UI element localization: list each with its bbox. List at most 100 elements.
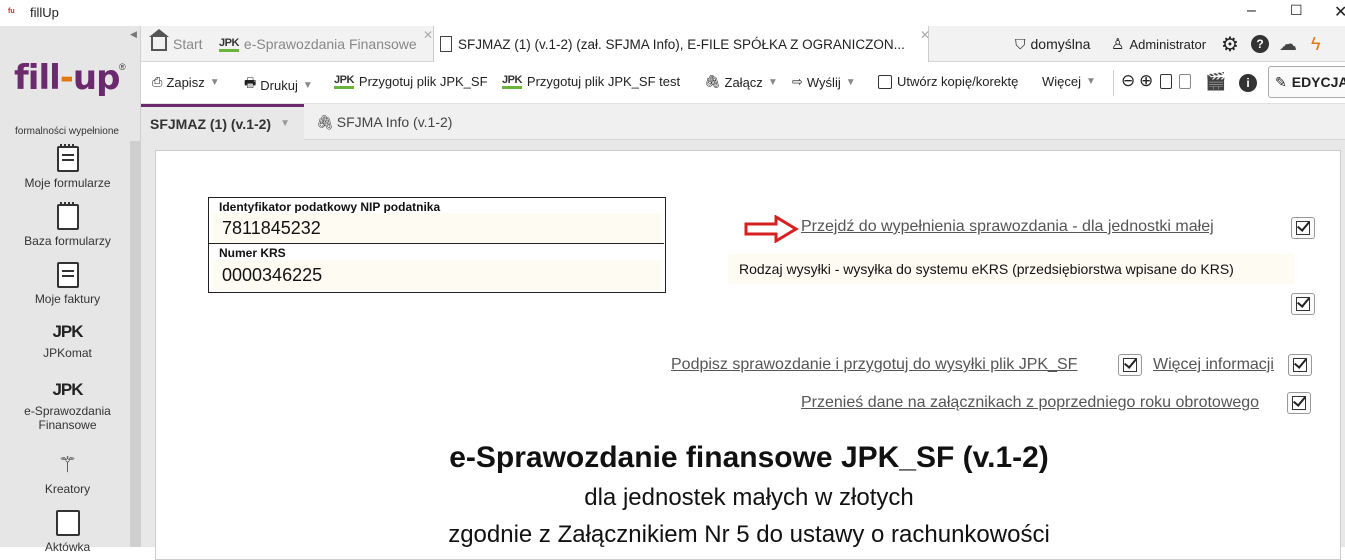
document-tabs: Start JPK e-Sprawozdania Finansowe ✕ SFJ… xyxy=(141,26,1345,62)
document-icon xyxy=(56,262,79,288)
sign-report-checkbox[interactable] xyxy=(1118,354,1142,376)
prepare-test-label: Przygotuj plik JPK_SF test xyxy=(526,74,681,89)
logo-text-b: up xyxy=(72,58,121,98)
profile-icon: ⛉ xyxy=(1015,35,1026,52)
subtab-sfjma-info[interactable]: 🖇 SFJMA Info (v.1-2) xyxy=(307,104,461,140)
subtab-sfjmaz[interactable]: SFJMAZ (1) (v.1-2) ▼ xyxy=(141,104,304,140)
sidebar-item-kreatory[interactable]: ⚚ Kreatory xyxy=(0,452,135,496)
logo-subtitle: formalności wypełnione xyxy=(15,126,119,137)
send-type-field[interactable]: Rodzaj wysyłki - wysyłka do systemu eKRS… xyxy=(728,254,1294,284)
edit-mode-button[interactable]: ✎ EDYCJA xyxy=(1268,66,1345,98)
profile-selector[interactable]: ⛉ domyślna xyxy=(1015,26,1090,62)
attach-label: Załącz xyxy=(724,74,763,90)
sidebar: ◀ fill-up ® formalności wypełnione Moje … xyxy=(0,26,141,554)
toolbar-divider xyxy=(1113,70,1114,96)
nip-label: Identyfikator podatkowy NIP podatnika xyxy=(219,200,441,214)
attach-button[interactable]: 🖇 Załącz ▼ xyxy=(704,74,778,90)
zoom-out-icon[interactable]: ⊖ xyxy=(1121,71,1135,91)
info-glyph: i xyxy=(1239,74,1257,92)
chevron-down-icon[interactable]: ▼ xyxy=(768,77,778,88)
send-label: Wyślij xyxy=(806,74,841,90)
minimize-button[interactable]: – xyxy=(1247,2,1256,20)
tab-e-sprawozdania[interactable]: JPK e-Sprawozdania Finansowe ✕ xyxy=(213,26,433,62)
home-icon xyxy=(149,29,169,51)
page-icon[interactable] xyxy=(1179,74,1196,89)
prepare-jpk-test-button[interactable]: JPK Przygotuj plik JPK_SF test xyxy=(502,74,680,89)
info-icon[interactable]: i xyxy=(1239,74,1257,92)
sidebar-item-baza-formularzy[interactable]: Baza formularzy xyxy=(0,202,135,248)
cloud-icon[interactable]: ☁ xyxy=(1279,26,1297,62)
sidebar-item-e-sprawozdania[interactable]: JPK e-Sprawozdania Finansowe xyxy=(0,380,135,432)
edit-mode-label: EDYCJA xyxy=(1291,74,1345,90)
tab-sfjmaz[interactable]: SFJMAZ (1) (v.1-2) (zał. SFJMA Info), E-… xyxy=(433,26,930,62)
sign-report-link[interactable]: Podpisz sprawozdanie i przygotuj do wysy… xyxy=(671,356,1077,374)
more-info-link[interactable]: Więcej informacji xyxy=(1153,356,1274,374)
maximize-button[interactable]: ☐ xyxy=(1290,2,1303,19)
tab-label: SFJMAZ (1) (v.1-2) (zał. SFJMA Info), E-… xyxy=(458,36,905,52)
transfer-data-checkbox[interactable] xyxy=(1287,392,1311,414)
document-icon xyxy=(440,36,452,52)
transfer-data-link[interactable]: Przenieś dane na załącznikach z poprzedn… xyxy=(801,394,1259,412)
sidebar-scrollbar[interactable] xyxy=(130,141,140,547)
more-button[interactable]: Więcej ▼ xyxy=(1042,74,1096,89)
window-titlebar: fu fillUp – ☐ ✕ xyxy=(0,0,1345,26)
tab-start[interactable]: Start xyxy=(145,26,209,62)
sidebar-item-moje-formularze[interactable]: Moje formularze xyxy=(0,144,135,190)
close-tab-icon[interactable]: ✕ xyxy=(423,28,433,42)
gear-icon[interactable]: ⚙ xyxy=(1221,26,1239,62)
magic-wand-icon: ⚚ xyxy=(57,452,78,477)
more-info-checkbox[interactable] xyxy=(1288,354,1312,376)
send-type-checkbox[interactable] xyxy=(1291,293,1315,315)
report-title: e-Sprawozdanie finansowe JPK_SF (v.1-2) xyxy=(449,441,1049,474)
krs-field[interactable]: 0000346225 xyxy=(213,260,661,290)
zoom-in-icon[interactable]: ⊕ xyxy=(1139,71,1153,91)
jpk-icon: JPK xyxy=(502,74,522,89)
form-subtabs: SFJMAZ (1) (v.1-2) ▼ 🖇 SFJMA Info (v.1-2… xyxy=(141,104,1345,140)
fill-report-checkbox[interactable] xyxy=(1291,217,1315,239)
help-glyph: ? xyxy=(1251,35,1269,53)
user-menu[interactable]: ♙ Administrator xyxy=(1111,26,1206,62)
sidebar-item-jpkomat[interactable]: JPK JPKomat xyxy=(0,322,135,360)
edit-icon: ✎ xyxy=(1275,73,1287,90)
copy-correction-button[interactable]: Utwórz kopię/korektę xyxy=(878,74,1018,89)
more-label: Więcej xyxy=(1042,74,1082,89)
close-button[interactable]: ✕ xyxy=(1334,2,1345,22)
print-button[interactable]: 🖶 Drukuj ▼ xyxy=(244,74,313,96)
chevron-down-icon[interactable]: ▼ xyxy=(303,80,313,91)
jpk-icon: JPK xyxy=(52,322,83,341)
chevron-down-icon[interactable]: ▼ xyxy=(846,77,856,88)
chevron-down-icon[interactable]: ▼ xyxy=(280,118,290,129)
chevron-down-icon[interactable]: ▼ xyxy=(210,77,220,88)
save-button[interactable]: ⎙ Zapisz ▼ xyxy=(152,74,220,90)
nip-field[interactable]: 7811845232 xyxy=(213,213,661,243)
clapper-icon[interactable]: 🎬 xyxy=(1205,72,1226,92)
copy-icon xyxy=(878,74,892,89)
sidebar-item-aktowka[interactable]: Aktówka xyxy=(0,510,135,554)
fillup-logo: fill-up xyxy=(14,58,121,98)
red-arrow-icon xyxy=(744,215,799,243)
profile-label: domyślna xyxy=(1030,36,1091,52)
field-divider xyxy=(209,243,664,244)
collapse-sidebar-icon[interactable]: ◀ xyxy=(130,29,137,40)
tab-label: Start xyxy=(173,36,203,52)
prepare-jpk-button[interactable]: JPK Przygotuj plik JPK_SF xyxy=(334,74,488,89)
sidebar-item-moje-faktury[interactable]: Moje faktury xyxy=(0,262,135,306)
copy-label: Utwórz kopię/korektę xyxy=(897,74,1019,89)
sidebar-item-label: Moje formularze xyxy=(24,176,111,190)
send-button[interactable]: ⇨ Wyślij ▼ xyxy=(792,74,856,90)
sidebar-item-label: e-Sprawozdania Finansowe xyxy=(24,404,111,432)
jpk-icon: JPK xyxy=(334,74,354,89)
sidebar-item-label: Kreatory xyxy=(44,482,91,496)
form-page: Identyfikator podatkowy NIP podatnika 78… xyxy=(155,150,1341,560)
flash-icon[interactable]: ϟ xyxy=(1311,26,1321,62)
sidebar-item-label: JPKomat xyxy=(43,346,92,360)
fill-report-link[interactable]: Przejdź do wypełnienia sprawozdania - dl… xyxy=(801,218,1214,236)
fit-page-icon[interactable] xyxy=(1160,74,1177,89)
sidebar-item-label: Moje faktury xyxy=(34,292,101,306)
close-tab-icon[interactable]: ✕ xyxy=(920,28,930,42)
window-title: fillUp xyxy=(30,5,59,20)
user-label: Administrator xyxy=(1129,36,1207,52)
chevron-down-icon[interactable]: ▼ xyxy=(1086,76,1096,87)
identifiers-box: Identyfikator podatkowy NIP podatnika 78… xyxy=(208,197,666,293)
help-icon[interactable]: ? xyxy=(1251,26,1269,62)
